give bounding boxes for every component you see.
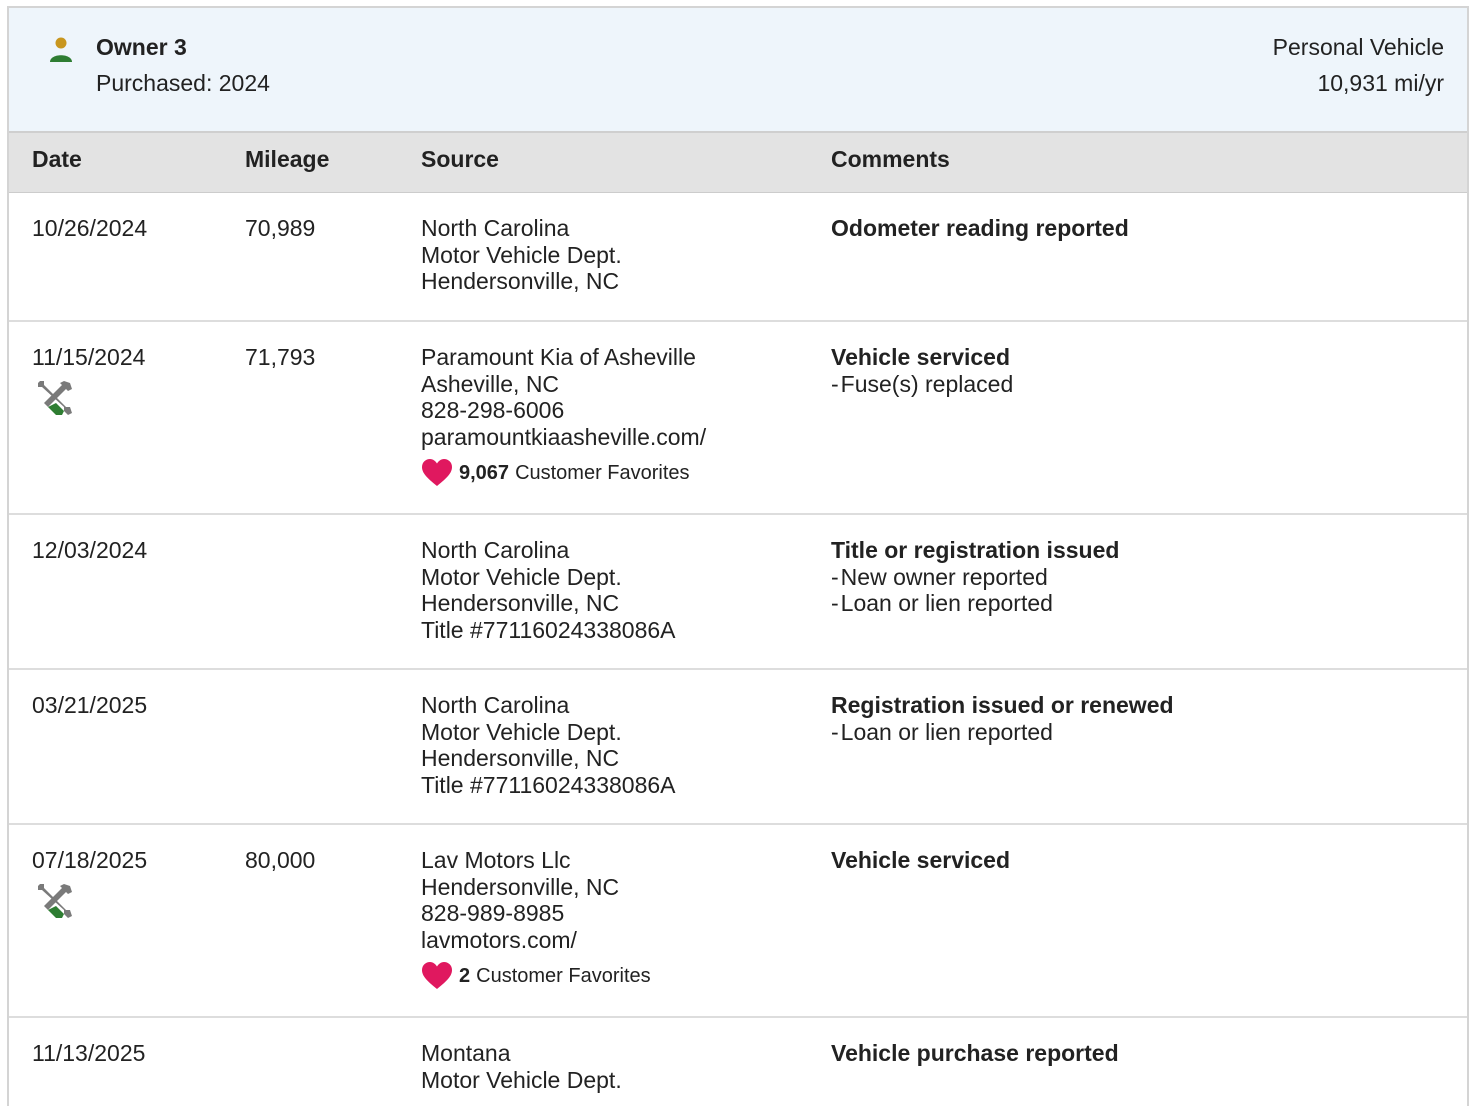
- source-line: Motor Vehicle Dept.: [421, 563, 622, 590]
- row-comments: Vehicle servicedFuse(s) replaced: [831, 344, 1013, 397]
- date-text: 11/15/2024: [32, 344, 146, 370]
- customer-favorites: 9,067 Customer Favorites: [421, 458, 706, 488]
- table-row: 11/13/2025 Montana Motor Vehicle Dept. Vehi…: [9, 1018, 1467, 1106]
- row-date: 07/18/2025: [32, 847, 147, 922]
- source-line: Montana: [421, 1040, 511, 1066]
- table-header: Date Mileage Source Comments: [9, 133, 1467, 193]
- favorites-count: 2: [459, 964, 471, 987]
- owner-name: Owner 3: [96, 34, 187, 60]
- row-date: 10/26/2024: [32, 215, 147, 242]
- row-comments: Registration issued or renewedLoan or li…: [831, 692, 1174, 745]
- customer-favorites: 2 Customer Favorites: [421, 961, 651, 991]
- source-line: Motor Vehicle Dept.: [421, 1066, 622, 1093]
- source-line: Paramount Kia of Asheville: [421, 344, 696, 370]
- row-comments: Vehicle serviced: [831, 847, 1010, 874]
- source-line: paramountkiaasheville.com/: [421, 423, 707, 450]
- header-mileage: Mileage: [245, 146, 330, 172]
- person-icon: [50, 37, 72, 62]
- source-line: 828-989-8985: [421, 900, 565, 926]
- history-rows: 10/26/2024 70,989 North Carolina Motor Vehi…: [9, 193, 1467, 1106]
- source-line: Motor Vehicle Dept.: [421, 241, 622, 268]
- comment-title: Title or registration issued: [831, 537, 1120, 563]
- table-row: 07/18/2025 80,000 Lav Motors Llc Hendersonv…: [9, 825, 1467, 1018]
- source-line: Title #77116024338086A: [421, 771, 676, 798]
- table-row: 12/03/2024 North Carolina Motor Vehicle De…: [9, 515, 1467, 670]
- row-source: Montana Motor Vehicle Dept.: [421, 1040, 622, 1093]
- row-source: Paramount Kia of Asheville Asheville, NC 8…: [421, 344, 706, 488]
- table-row: 11/15/2024 71,793 Paramount Kia of Ashevil…: [9, 322, 1467, 515]
- source-line: Title #77116024338086A: [421, 616, 676, 643]
- row-source: North Carolina Motor Vehicle Dept. Henders…: [421, 215, 622, 295]
- row-comments: Vehicle purchase reported: [831, 1040, 1119, 1067]
- date-text: 12/03/2024: [32, 537, 148, 563]
- source-line: Hendersonville, NC: [421, 873, 620, 900]
- source-line: Hendersonville, NC: [421, 268, 620, 294]
- date-text: 07/18/2025: [32, 847, 148, 873]
- source-line: North Carolina: [421, 537, 570, 563]
- row-date: 03/21/2025: [32, 692, 147, 719]
- row-date: 12/03/2024: [32, 537, 147, 564]
- source-line: North Carolina: [421, 692, 570, 718]
- favorites-label: Customer Favorites: [476, 964, 651, 987]
- wrench-screwdriver-icon: [38, 380, 72, 415]
- comment-title: Registration issued or renewed: [831, 692, 1174, 718]
- header-comments: Comments: [831, 146, 950, 172]
- comment-detail: Loan or lien reported: [831, 590, 1119, 617]
- heart-icon: [422, 459, 452, 486]
- row-comments: Title or registration issuedNew owner re…: [831, 537, 1119, 617]
- header-source: Source: [421, 146, 499, 172]
- comment-title: Vehicle purchase reported: [831, 1040, 1119, 1066]
- owner-header: Owner 3 Purchased: 2024 Personal Vehicle…: [9, 8, 1467, 133]
- date-text: 03/21/2025: [32, 692, 148, 718]
- comment-title: Vehicle serviced: [831, 847, 1011, 873]
- row-date: 11/13/2025: [32, 1040, 145, 1067]
- owner-purchased: Purchased: 2024: [96, 70, 270, 96]
- annual-miles: 10,931 mi/yr: [1317, 70, 1444, 96]
- owner-history-panel: Owner 3 Purchased: 2024 Personal Vehicle…: [7, 6, 1469, 1106]
- source-line: 828-298-6006: [421, 397, 565, 423]
- row-comments: Odometer reading reported: [831, 215, 1129, 242]
- row-mileage: 70,989: [245, 215, 316, 241]
- comment-title: Odometer reading reported: [831, 215, 1129, 241]
- row-date: 11/15/2024: [32, 344, 145, 419]
- row-mileage: 80,000: [245, 847, 316, 873]
- source-line: Hendersonville, NC: [421, 745, 620, 771]
- comment-detail: Loan or lien reported: [831, 719, 1174, 746]
- row-source: Lav Motors Llc Hendersonville, NC 828-989-…: [421, 847, 651, 991]
- table-row: 10/26/2024 70,989 North Carolina Motor Vehi…: [9, 193, 1467, 322]
- date-text: 11/13/2025: [32, 1040, 146, 1066]
- row-source: North Carolina Motor Vehicle Dept. Henders…: [421, 692, 676, 798]
- source-line: North Carolina: [421, 215, 570, 241]
- source-line: Hendersonville, NC: [421, 590, 620, 616]
- source-line: lavmotors.com/: [421, 926, 577, 953]
- source-line: Asheville, NC: [421, 370, 560, 397]
- source-line: Motor Vehicle Dept.: [421, 718, 622, 745]
- favorites-label: Customer Favorites: [515, 461, 690, 484]
- heart-icon: [422, 962, 452, 989]
- comment-title: Vehicle serviced: [831, 344, 1011, 370]
- wrench-screwdriver-icon: [38, 883, 72, 918]
- date-text: 10/26/2024: [32, 215, 148, 241]
- header-date: Date: [32, 146, 82, 172]
- source-line: Lav Motors Llc: [421, 847, 571, 873]
- row-mileage: 71,793: [245, 344, 316, 370]
- vehicle-type: Personal Vehicle: [1272, 34, 1444, 60]
- table-row: 03/21/2025 North Carolina Motor Vehicle De…: [9, 670, 1467, 825]
- favorites-count: 9,067: [459, 461, 510, 484]
- comment-detail: Fuse(s) replaced: [831, 371, 1014, 398]
- row-source: North Carolina Motor Vehicle Dept. Henders…: [421, 537, 676, 643]
- comment-detail: New owner reported: [831, 564, 1119, 591]
